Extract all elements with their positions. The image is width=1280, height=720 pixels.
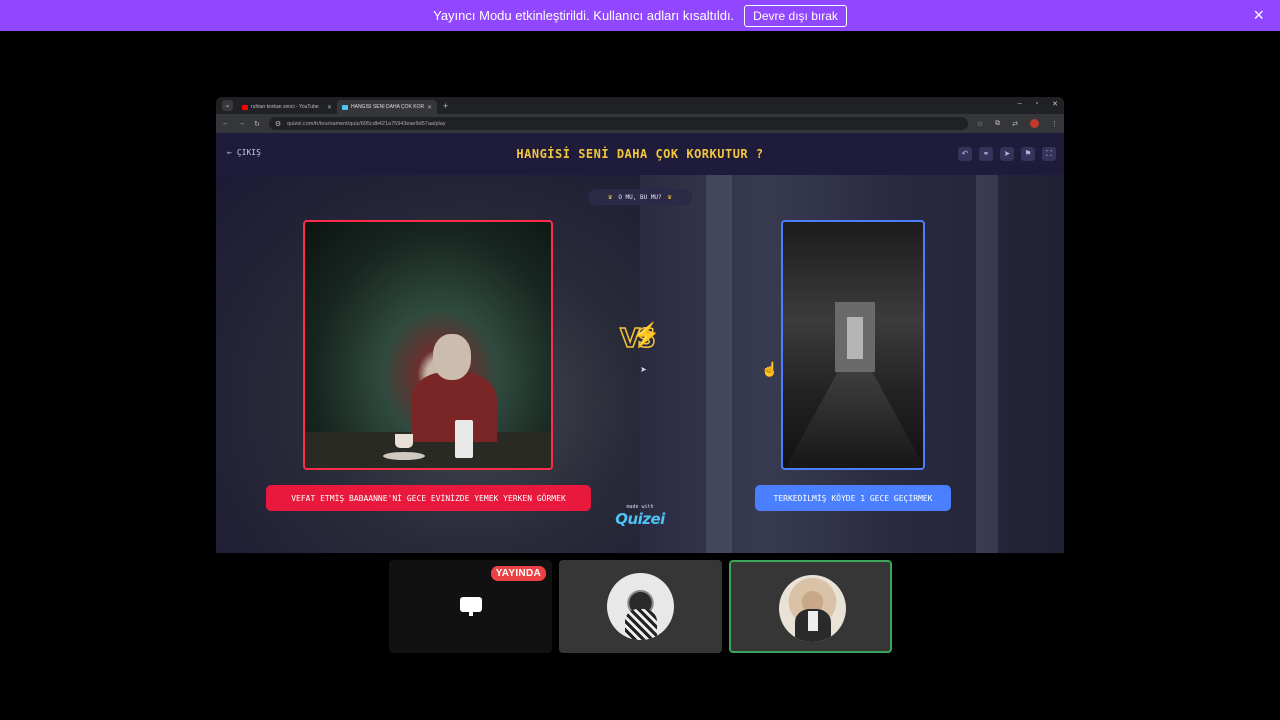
url-text: quizei.com/tr/tournament/quiz/695cdb421a… (287, 120, 446, 127)
fullscreen-icon[interactable]: ⛶ (1042, 147, 1056, 161)
image-figure-face (433, 334, 471, 380)
image-plate (383, 452, 425, 460)
crown-icon: ♛ (667, 193, 672, 201)
share-icon[interactable]: ➤ (1000, 147, 1014, 161)
participant-tile[interactable] (559, 560, 722, 653)
maximize-icon[interactable]: ▫ (1036, 100, 1038, 108)
left-option-label[interactable]: VEFAT ETMİŞ BABAANNE'Nİ GECE EVİNİZDE YE… (266, 485, 591, 511)
round-label: O MU, BU MU? (618, 193, 662, 201)
cursor-icon: ➤ (640, 365, 647, 374)
window-close-icon[interactable]: ✕ (1052, 100, 1058, 108)
toolbar-icons: ☆ ⧉ ⇄ ⋮ (977, 119, 1058, 128)
live-badge: YAYINDA (490, 566, 546, 581)
quizei-favicon-icon (342, 104, 348, 110)
back-icon[interactable]: ← (222, 120, 229, 127)
image-floor (783, 372, 923, 468)
avatar-shirt (808, 611, 818, 631)
avatar (607, 573, 674, 640)
tab-quizei[interactable]: HANGISI SENI DAHA ÇOK KORK ✕ (337, 100, 437, 114)
hand-cursor-icon: ☝ (761, 361, 779, 377)
background-stripe (976, 175, 998, 553)
translate-icon[interactable]: ⇄ (1012, 120, 1018, 128)
tab-close-icon[interactable]: ✕ (427, 104, 432, 111)
tab-title: HANGISI SENI DAHA ÇOK KORK (351, 104, 424, 110)
tab-search-icon[interactable]: ⌄ (222, 100, 233, 111)
bookmark-star-icon[interactable]: ☆ (977, 120, 983, 128)
exit-button[interactable]: ← ÇIKIŞ (227, 148, 261, 157)
url-field[interactable]: ⚙ quizei.com/tr/tournament/quiz/695cdb42… (268, 117, 968, 130)
monitor-icon (460, 597, 482, 612)
minimize-icon[interactable]: – (1018, 100, 1022, 108)
streamer-mode-banner: Yayıncı Modu etkinleştirildi. Kullanıcı … (0, 0, 1280, 31)
participant-tile-speaking[interactable] (729, 560, 892, 653)
tab-close-icon[interactable]: ✕ (327, 104, 332, 111)
quiz-header: ← ÇIKIŞ HANGİSİ SENİ DAHA ÇOK KORKUTUR ?… (216, 133, 1064, 175)
window-controls: – ▫ ✕ (1018, 100, 1058, 108)
tab-bar: ⌄ ruhtan korkan zenci - YouTube ✕ HANGIS… (216, 97, 1064, 114)
banner-message: Yayıncı Modu etkinleştirildi. Kullanıcı … (433, 8, 735, 23)
menu-icon[interactable]: ⋮ (1051, 120, 1058, 128)
image-figure-body (411, 372, 497, 442)
close-icon[interactable]: × (1253, 6, 1264, 24)
quiz-page: ← ÇIKIŞ HANGİSİ SENİ DAHA ÇOK KORKUTUR ?… (216, 133, 1064, 553)
reload-icon[interactable]: ↻ (254, 120, 260, 128)
monitor-stand (469, 612, 473, 616)
participant-tiles: YAYINDA (389, 560, 892, 653)
background-stripe (706, 175, 732, 553)
avatar (779, 575, 846, 642)
image-glass (455, 420, 473, 458)
exit-label: ÇIKIŞ (236, 148, 261, 157)
tab-youtube[interactable]: ruhtan korkan zenci - YouTube ✕ (237, 100, 337, 114)
youtube-favicon-icon (242, 104, 248, 110)
shared-screen-browser: ⌄ ruhtan korkan zenci - YouTube ✕ HANGIS… (216, 97, 1064, 553)
left-option-image[interactable] (303, 220, 553, 470)
crown-icon: ♛ (608, 193, 613, 201)
avatar-pattern (625, 609, 657, 640)
address-bar: ← → ↻ ⚙ quizei.com/tr/tournament/quiz/69… (216, 114, 1064, 133)
undo-icon[interactable]: ↶ (958, 147, 972, 161)
forward-icon[interactable]: → (238, 120, 245, 127)
screen-share-tile[interactable]: YAYINDA (389, 560, 552, 653)
image-doorway (847, 317, 863, 359)
right-option-image[interactable] (781, 220, 925, 470)
lightning-icon: ⚡ (631, 322, 661, 349)
arrow-left-icon: ← (227, 148, 232, 157)
link-icon[interactable]: ⚭ (979, 147, 993, 161)
disable-streamer-mode-button[interactable]: Devre dışı bırak (744, 4, 847, 27)
header-tools: ↶ ⚭ ➤ ⚑ ⛶ (958, 147, 1056, 161)
right-option-label[interactable]: TERKEDİLMİŞ KÖYDE 1 GECE GEÇİRMEK (755, 485, 951, 511)
new-tab-icon[interactable]: + (443, 101, 448, 111)
quiz-title: HANGİSİ SENİ DAHA ÇOK KORKUTUR ? (516, 147, 764, 161)
tab-title: ruhtan korkan zenci - YouTube (251, 104, 319, 110)
round-pill: ♛ O MU, BU MU? ♛ (588, 189, 692, 205)
extensions-icon[interactable]: ⧉ (995, 120, 1000, 128)
image-cup (395, 434, 413, 448)
flag-icon[interactable]: ⚑ (1021, 147, 1035, 161)
site-info-icon[interactable]: ⚙ (275, 120, 281, 128)
quizei-logo[interactable]: Quizei (612, 510, 668, 528)
profile-avatar[interactable] (1030, 119, 1039, 128)
